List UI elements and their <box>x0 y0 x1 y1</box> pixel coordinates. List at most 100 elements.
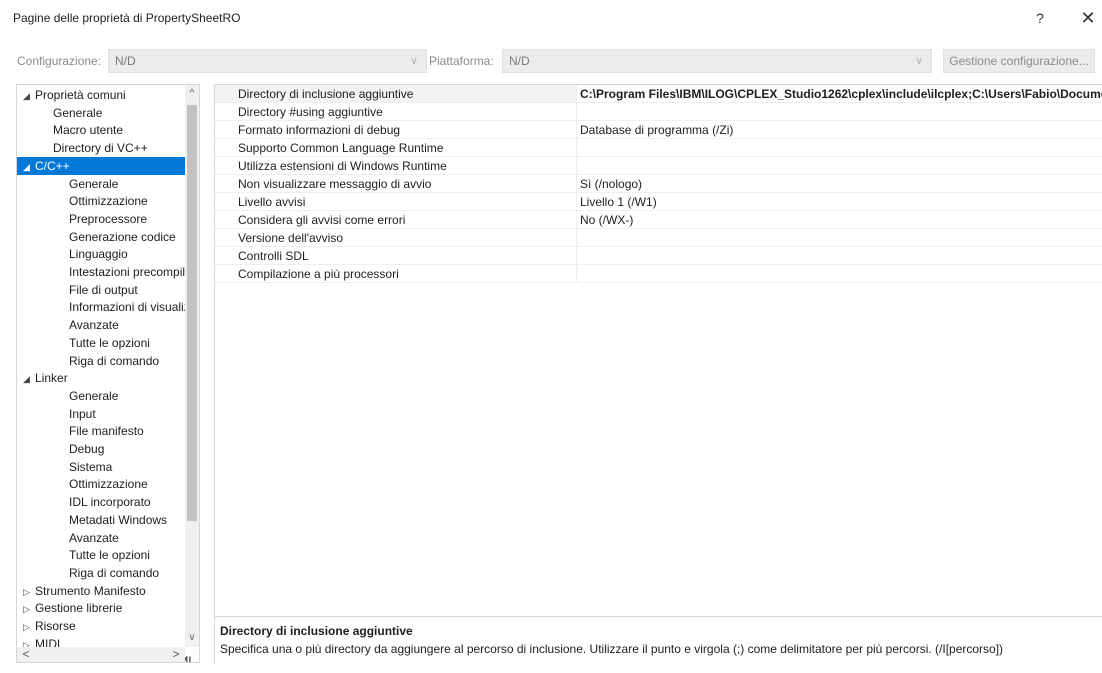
tree-item[interactable]: Generale <box>17 104 199 122</box>
tree-item[interactable]: Intestazioni precompilate <box>17 263 199 281</box>
tree-item[interactable]: Generazione codice <box>17 228 199 246</box>
configuration-value: N/D <box>115 54 136 68</box>
tree-item[interactable]: Tutte le opzioni <box>17 334 199 352</box>
tree-item-label: Informazioni di visualizzatore <box>69 300 199 315</box>
expand-arrow-icon[interactable]: ▷ <box>23 583 35 600</box>
description-panel: Directory di inclusione aggiuntive Speci… <box>214 616 1102 664</box>
collapse-arrow-icon[interactable]: ◢ <box>23 158 35 175</box>
property-name: Formato informazioni di debug <box>238 123 401 137</box>
tree-item[interactable]: ◢ C/C++ <box>17 156 191 175</box>
vertical-scrollbar[interactable]: ^ v <box>185 85 199 647</box>
tree-item[interactable]: Ottimizzazione <box>17 192 199 210</box>
tree-item[interactable]: Tutte le opzioni <box>17 546 199 564</box>
tree-item[interactable]: Preprocessore <box>17 210 199 228</box>
property-value[interactable] <box>576 103 1102 120</box>
description-title: Directory di inclusione aggiuntive <box>220 624 413 638</box>
scroll-up-icon[interactable]: ^ <box>185 87 199 101</box>
tree-item[interactable]: Riga di comando <box>17 352 199 370</box>
platform-dropdown[interactable]: N/D ∨ <box>502 49 932 73</box>
tree-item[interactable]: Avanzate <box>17 316 199 334</box>
tree-item-label: IDL incorporato <box>69 495 151 510</box>
tree-item[interactable]: Informazioni di visualizzatore <box>17 298 199 316</box>
property-value[interactable]: Sì (/nologo) <box>576 175 1102 192</box>
property-value[interactable]: Livello 1 (/W1) <box>576 193 1102 210</box>
window-title: Pagine delle proprietà di PropertySheetR… <box>13 11 241 25</box>
tree-item[interactable]: ▷ Strumento Manifesto <box>17 582 191 600</box>
collapse-arrow-icon[interactable]: ◢ <box>23 87 35 104</box>
tree-item-label: Generale <box>69 176 119 191</box>
tree-item[interactable]: Generale <box>17 175 199 193</box>
property-value[interactable] <box>576 265 1102 282</box>
property-row[interactable]: Directory di inclusione aggiuntive C:\Pro… <box>215 85 1102 103</box>
tree-item-label: Tutte le opzioni <box>69 335 150 350</box>
tree-item[interactable]: ▷ Risorse <box>17 617 191 635</box>
property-value[interactable] <box>576 229 1102 246</box>
tree-item-label: File di output <box>69 282 138 297</box>
configuration-toolbar: Configurazione: N/D ∨ Piattaforma: N/D ∨… <box>0 44 1102 78</box>
tree-item[interactable]: Sistema <box>17 458 199 476</box>
property-row[interactable]: Utilizza estensioni di Windows Runtime <box>215 157 1102 175</box>
tree-item[interactable]: Macro utente <box>17 121 199 139</box>
configuration-label: Configurazione: <box>17 54 102 68</box>
platform-label: Piattaforma: <box>429 54 494 68</box>
tree-item-label: Linker <box>35 371 68 386</box>
collapse-arrow-icon[interactable]: ◢ <box>23 370 35 387</box>
tree-item-label: C/C++ <box>35 158 70 173</box>
tree-item-label: Avanzate <box>69 318 119 333</box>
tree-item[interactable]: Directory di VC++ <box>17 139 199 157</box>
tree-item-label: Gestione librerie <box>35 601 123 616</box>
tree-item[interactable]: Input <box>17 405 199 423</box>
scroll-left-icon[interactable]: < <box>19 647 33 662</box>
property-row[interactable]: Supporto Common Language Runtime <box>215 139 1102 157</box>
tree-item-label: Proprietà comuni <box>35 88 126 102</box>
tree-item-label: Generale <box>53 105 103 120</box>
tree-item-label: Debug <box>69 442 105 456</box>
property-value[interactable] <box>576 247 1102 264</box>
property-value[interactable]: Database di programma (/Zi) <box>576 121 1102 138</box>
property-row[interactable]: Directory #using aggiuntive <box>215 103 1102 121</box>
property-tree: ◢ Proprietà comuni Generale Macro utente Dir… <box>16 84 200 663</box>
tree-item[interactable]: Ottimizzazione <box>17 475 199 493</box>
expand-arrow-icon[interactable]: ▷ <box>23 618 35 635</box>
tree-item-label: Riga di comando <box>69 565 160 580</box>
horizontal-scrollbar[interactable]: < > <box>17 647 185 662</box>
tree-item[interactable]: ◢ Proprietà comuni <box>17 86 191 104</box>
help-button[interactable]: ? <box>1025 5 1055 31</box>
tree-item[interactable]: ▷ Gestione librerie <box>17 599 191 617</box>
scroll-thumb[interactable] <box>187 105 197 521</box>
scroll-right-icon[interactable]: > <box>169 647 183 662</box>
title-bar: Pagine delle proprietà di PropertySheetR… <box>0 0 1102 36</box>
property-value[interactable] <box>576 157 1102 174</box>
tree-item[interactable]: Riga di comando <box>17 564 199 582</box>
scroll-down-icon[interactable]: v <box>185 631 199 645</box>
tree-item[interactable]: Debug <box>17 440 199 458</box>
property-row[interactable]: Formato informazioni di debug Database di… <box>215 121 1102 139</box>
chevron-down-icon: ∨ <box>914 55 923 67</box>
tree-item-label: Risorse <box>35 619 76 633</box>
configuration-manager-button[interactable]: Gestione configurazione... <box>943 49 1095 73</box>
close-button[interactable]: ✕ <box>1073 5 1102 31</box>
tree-item[interactable]: ◢ Linker <box>17 369 191 387</box>
property-value[interactable] <box>576 139 1102 156</box>
configuration-dropdown[interactable]: N/D ∨ <box>108 49 427 73</box>
property-value[interactable]: C:\Program Files\IBM\ILOG\CPLEX_Studio12… <box>576 85 1102 102</box>
tree-item[interactable]: IDL incorporato <box>17 493 199 511</box>
property-name: Livello avvisi <box>238 195 306 209</box>
tree-item[interactable]: File manifesto <box>17 422 199 440</box>
expand-arrow-icon[interactable]: ▷ <box>23 600 35 617</box>
property-name: Controlli SDL <box>238 249 309 263</box>
property-row[interactable]: Versione dell'avviso <box>215 229 1102 247</box>
property-row[interactable]: Considera gli avvisi come errori No (/WX-… <box>215 211 1102 229</box>
property-row[interactable]: Non visualizzare messaggio di avvio Sì (/… <box>215 175 1102 193</box>
tree-item-label: File manifesto <box>69 424 144 439</box>
property-row[interactable]: Compilazione a più processori <box>215 265 1102 283</box>
tree-item-label: Macro utente <box>53 123 124 138</box>
property-row[interactable]: Livello avvisi Livello 1 (/W1) <box>215 193 1102 211</box>
property-row[interactable]: Controlli SDL <box>215 247 1102 265</box>
tree-item[interactable]: Metadati Windows <box>17 511 199 529</box>
tree-item[interactable]: Generale <box>17 387 199 405</box>
property-value[interactable]: No (/WX-) <box>576 211 1102 228</box>
tree-item[interactable]: File di output <box>17 281 199 299</box>
tree-item[interactable]: Avanzate <box>17 529 199 547</box>
tree-item[interactable]: Linguaggio <box>17 245 199 263</box>
